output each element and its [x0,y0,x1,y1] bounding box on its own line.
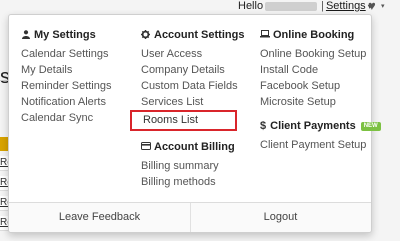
online-booking-column: Online Booking Online Booking Setup Inst… [260,27,381,153]
menu-item-install-code[interactable]: Install Code [260,62,370,78]
menu-item-facebook-setup[interactable]: Facebook Setup [260,78,370,94]
account-settings-column: Account Settings User Access Company Det… [130,27,251,190]
dropdown-footer: Leave Feedback Logout [9,202,371,232]
menu-item-client-payment-setup[interactable]: Client Payment Setup [260,137,370,153]
laptop-icon [260,30,270,40]
top-bar: Hello | Settings ▾ ♥ ▾ [0,0,400,13]
hello-label: Hello [238,0,264,12]
dollar-icon: $ [260,120,267,132]
logout-button[interactable]: Logout [190,203,371,232]
account-settings-heading: Account Settings [141,27,251,43]
credit-card-icon [141,142,151,152]
separator: | [321,0,324,12]
menu-item-company-details[interactable]: Company Details [141,62,251,78]
user-greeting: Hello | Settings ▾ [238,0,372,12]
menu-item-billing-methods[interactable]: Billing methods [141,174,251,190]
gear-icon [141,29,150,41]
menu-item-calendar-sync[interactable]: Calendar Sync [21,110,131,126]
menu-item-custom-data-fields[interactable]: Custom Data Fields [141,78,251,94]
user-icon [21,29,30,41]
settings-dropdown: My Settings Calendar Settings My Details… [8,14,381,233]
client-payments-heading: $ Client Payments NEW [260,118,381,134]
menu-item-user-access[interactable]: User Access [141,46,251,62]
leave-feedback-button[interactable]: Leave Feedback [9,203,191,232]
redacted-username [265,1,318,11]
new-badge: NEW [360,121,381,131]
my-settings-column: My Settings Calendar Settings My Details… [21,27,131,126]
menu-item-online-booking-setup[interactable]: Online Booking Setup [260,46,370,62]
menu-item-calendar-settings[interactable]: Calendar Settings [21,46,131,62]
menu-item-notification-alerts[interactable]: Notification Alerts [21,94,131,110]
menu-item-microsite-setup[interactable]: Microsite Setup [260,94,370,110]
heart-icon[interactable]: ♥ [368,0,376,13]
account-billing-heading: Account Billing [141,139,251,155]
online-booking-heading: Online Booking [260,27,370,43]
menu-item-services-list[interactable]: Services List [141,94,251,110]
menu-item-billing-summary[interactable]: Billing summary [141,158,251,174]
chevron-down-icon[interactable]: ▾ [381,2,385,10]
my-settings-heading: My Settings [21,27,131,43]
menu-item-my-details[interactable]: My Details [21,62,131,78]
menu-item-rooms-list[interactable]: Rooms List [130,110,237,131]
settings-link[interactable]: Settings [326,0,366,12]
menu-item-reminder-settings[interactable]: Reminder Settings [21,78,131,94]
